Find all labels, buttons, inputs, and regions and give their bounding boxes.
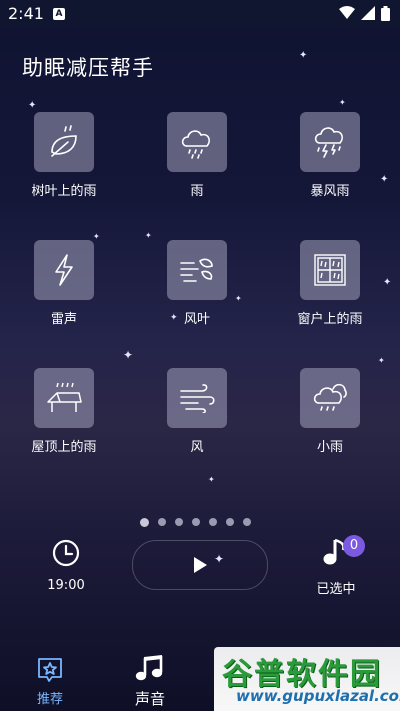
selected-sounds-button[interactable]: 0 已选中 <box>308 535 365 597</box>
nav-item-sounds[interactable]: 声音 <box>120 654 180 709</box>
star-decoration: ✦ <box>145 231 152 240</box>
nav-item-recommend[interactable]: 推荐 <box>20 656 80 707</box>
star-card-icon <box>38 658 62 682</box>
light-rain-cloud-icon <box>313 383 347 411</box>
nav-label: 声音 <box>134 690 165 708</box>
pagination-dot[interactable] <box>226 518 234 526</box>
play-icon <box>194 557 207 573</box>
sound-tile-label: 风 <box>190 440 204 455</box>
clock-icon <box>52 539 80 567</box>
sound-tile-box[interactable] <box>34 112 94 172</box>
pagination-dot[interactable] <box>175 518 183 526</box>
wind-leaves-icon <box>180 258 213 282</box>
sound-tile-label: 雷声 <box>50 312 77 327</box>
pagination-dot[interactable] <box>158 518 166 526</box>
sound-tile-box[interactable] <box>300 368 360 428</box>
sound-tile-label: 屋顶上的雨 <box>31 440 97 455</box>
star-decoration: ✦ <box>28 100 37 111</box>
pagination-dot[interactable] <box>209 518 217 526</box>
battery-icon <box>381 6 390 21</box>
sound-tile-wind[interactable]: 风 <box>137 368 257 455</box>
storm-cloud-icon <box>314 127 343 158</box>
star-decoration: ✦ <box>123 348 134 362</box>
sound-tile-storm[interactable]: 暴风雨 <box>270 112 390 199</box>
leaf-rain-icon <box>51 125 77 157</box>
cloud-rain-icon <box>181 130 210 159</box>
sound-tile-label: 雨 <box>190 184 204 199</box>
window-rain-icon <box>314 254 346 286</box>
timer-button[interactable]: 19:00 <box>42 538 90 593</box>
sound-tile-roof-rain[interactable]: 屋顶上的雨 <box>4 368 124 455</box>
sound-tile-box[interactable] <box>167 240 227 300</box>
sound-tile-box[interactable] <box>167 112 227 172</box>
star-decoration: ✦ <box>208 475 215 484</box>
sound-tile-label: 暴风雨 <box>310 184 350 199</box>
sound-tile-window-rain[interactable]: 窗户上的雨 <box>270 240 390 327</box>
sound-tile-box[interactable] <box>167 368 227 428</box>
star-decoration: ✦ <box>339 98 346 107</box>
sound-tile-label: 风叶 <box>183 312 210 327</box>
sound-tile-wind-leaves[interactable]: 风叶 <box>137 240 257 327</box>
pagination-dot[interactable] <box>192 518 200 526</box>
selected-label: 已选中 <box>316 582 356 597</box>
sound-tile-label: 小雨 <box>316 440 343 455</box>
sound-tile-leaf-rain[interactable]: 树叶上的雨 <box>4 112 124 199</box>
pagination-dots <box>140 518 251 527</box>
selected-count-badge: 0 <box>343 535 365 557</box>
star-decoration: ✦ <box>378 356 385 365</box>
watermark: 谷普软件园 www.gupuxlazal.com <box>214 647 400 711</box>
nav-label: 推荐 <box>36 692 63 707</box>
pagination-dot-active[interactable] <box>140 518 149 527</box>
star-decoration: ✦ <box>299 50 308 61</box>
sound-tile-box[interactable] <box>34 240 94 300</box>
sound-tile-box[interactable] <box>34 368 94 428</box>
play-button[interactable] <box>132 540 268 590</box>
signal-icon <box>361 6 375 20</box>
sound-tile-light-rain[interactable]: 小雨 <box>270 368 390 455</box>
lightning-icon <box>55 254 73 286</box>
notification-icon: A <box>53 8 65 20</box>
status-time: 2:41 <box>8 4 44 23</box>
sound-tile-rain[interactable]: 雨 <box>137 112 257 199</box>
wind-icon <box>180 384 215 413</box>
sound-tile-thunder[interactable]: 雷声 <box>4 240 124 327</box>
roof-rain-icon <box>47 382 82 412</box>
wifi-icon <box>339 6 355 19</box>
status-icons <box>339 6 390 21</box>
watermark-url: www.gupuxlazal.com <box>236 687 400 705</box>
sound-tile-box[interactable] <box>300 112 360 172</box>
status-bar: 2:41 A <box>0 0 400 28</box>
sound-tile-label: 窗户上的雨 <box>297 312 363 327</box>
sound-tile-box[interactable] <box>300 240 360 300</box>
timer-label: 19:00 <box>47 578 85 593</box>
pagination-dot[interactable] <box>243 518 251 526</box>
sound-tile-label: 树叶上的雨 <box>31 184 97 199</box>
music-notes-icon <box>135 655 163 681</box>
page-title: 助眠减压帮手 <box>22 56 154 80</box>
